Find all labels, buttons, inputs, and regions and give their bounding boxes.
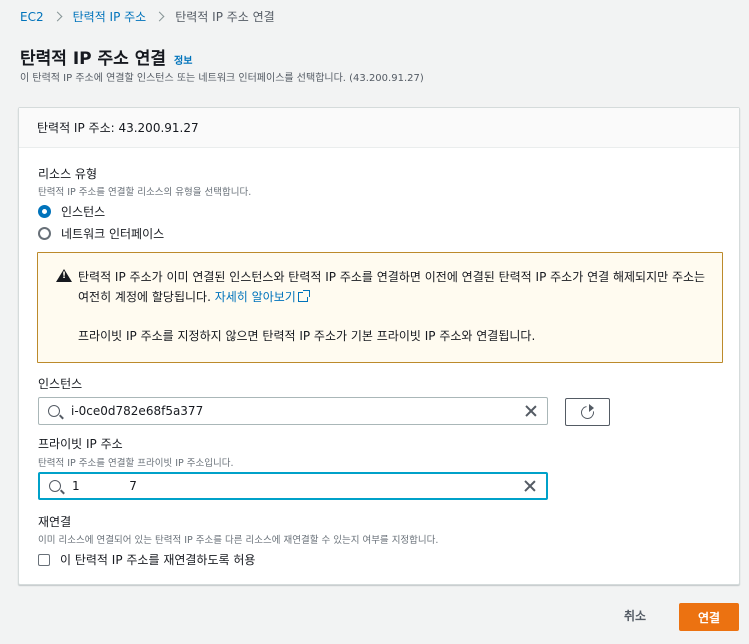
radio-network-interface-label: 네트워크 인터페이스 bbox=[61, 227, 165, 241]
resource-type-label: 리소스 유형 bbox=[38, 167, 98, 181]
private-ip-value[interactable]: 1 7 bbox=[72, 479, 523, 493]
learn-more-link[interactable]: 자세히 알아보기 bbox=[214, 290, 310, 304]
chevron-right-icon bbox=[52, 11, 63, 22]
page-description: 이 탄력적 IP 주소에 연결할 인스턴스 또는 네트워크 인터페이스를 선택합… bbox=[20, 73, 424, 84]
allow-reassociation-label: 이 탄력적 IP 주소를 재연결하도록 허용 bbox=[60, 553, 256, 567]
private-ip-description: 탄력적 IP 주소를 연결할 프라이빗 IP 주소입니다. bbox=[38, 458, 234, 469]
page-title-row: 탄력적 IP 주소 연결 정보 bbox=[20, 44, 192, 69]
radio-instance-label: 인스턴스 bbox=[61, 205, 106, 219]
checkbox-icon[interactable] bbox=[38, 553, 50, 566]
search-icon bbox=[49, 480, 61, 492]
radio-instance[interactable]: 인스턴스 bbox=[38, 203, 105, 220]
allow-reassociation-checkbox[interactable]: 이 탄력적 IP 주소를 재연결하도록 허용 bbox=[38, 551, 255, 568]
connect-button[interactable]: 연결 bbox=[679, 603, 739, 631]
breadcrumb-ec2[interactable]: EC2 bbox=[20, 10, 44, 24]
instance-search-field[interactable]: i-0ce0d782e68f5a377 bbox=[38, 397, 548, 425]
radio-checked-icon[interactable] bbox=[38, 205, 51, 218]
breadcrumb: EC2 탄력적 IP 주소 탄력적 IP 주소 연결 bbox=[20, 8, 275, 25]
panel-header: 탄력적 IP 주소: 43.200.91.27 bbox=[19, 108, 739, 148]
refresh-arrowhead bbox=[589, 404, 594, 412]
refresh-button[interactable] bbox=[565, 398, 610, 426]
resource-type-description: 탄력적 IP 주소를 연결할 리소스의 유형을 선택합니다. bbox=[38, 187, 252, 198]
warning-alert: 탄력적 IP 주소가 이미 연결된 인스턴스와 탄력적 IP 주소를 연결하면 … bbox=[37, 252, 723, 363]
alert-text: 탄력적 IP 주소가 이미 연결된 인스턴스와 탄력적 IP 주소를 연결하면 … bbox=[78, 267, 708, 307]
instance-label: 인스턴스 bbox=[38, 377, 83, 391]
learn-more-label: 자세히 알아보기 bbox=[214, 290, 296, 304]
cancel-button[interactable]: 취소 bbox=[624, 607, 646, 624]
alert-message: 탄력적 IP 주소가 이미 연결된 인스턴스와 탄력적 IP 주소를 연결하면 … bbox=[78, 270, 706, 304]
warning-icon bbox=[56, 269, 72, 282]
external-link-icon bbox=[297, 290, 310, 302]
alert-private-note: 프라이빗 IP 주소를 지정하지 않으면 탄력적 IP 주소가 기본 프라이빗 … bbox=[78, 329, 536, 343]
association-panel: 탄력적 IP 주소: 43.200.91.27 리소스 유형 탄력적 IP 주소… bbox=[18, 107, 740, 585]
clear-icon[interactable] bbox=[523, 479, 537, 493]
radio-network-interface[interactable]: 네트워크 인터페이스 bbox=[38, 225, 164, 242]
search-icon bbox=[48, 405, 60, 417]
reassociation-description: 이미 리소스에 연결되어 있는 탄력적 IP 주소를 다른 리소스에 재연결할 … bbox=[38, 535, 439, 546]
private-ip-field[interactable]: 1 7 bbox=[38, 472, 548, 500]
breadcrumb-current: 탄력적 IP 주소 연결 bbox=[175, 10, 275, 24]
breadcrumb-elastic-ip[interactable]: 탄력적 IP 주소 bbox=[73, 8, 147, 25]
private-ip-label: 프라이빗 IP 주소 bbox=[38, 437, 123, 451]
reassociation-label: 재연결 bbox=[38, 515, 72, 529]
page-title: 탄력적 IP 주소 연결 bbox=[20, 49, 167, 69]
instance-value[interactable]: i-0ce0d782e68f5a377 bbox=[71, 404, 524, 418]
radio-unchecked-icon[interactable] bbox=[38, 227, 51, 240]
info-link[interactable]: 정보 bbox=[174, 52, 192, 67]
clear-icon[interactable] bbox=[524, 404, 538, 418]
chevron-right-icon bbox=[154, 11, 165, 22]
